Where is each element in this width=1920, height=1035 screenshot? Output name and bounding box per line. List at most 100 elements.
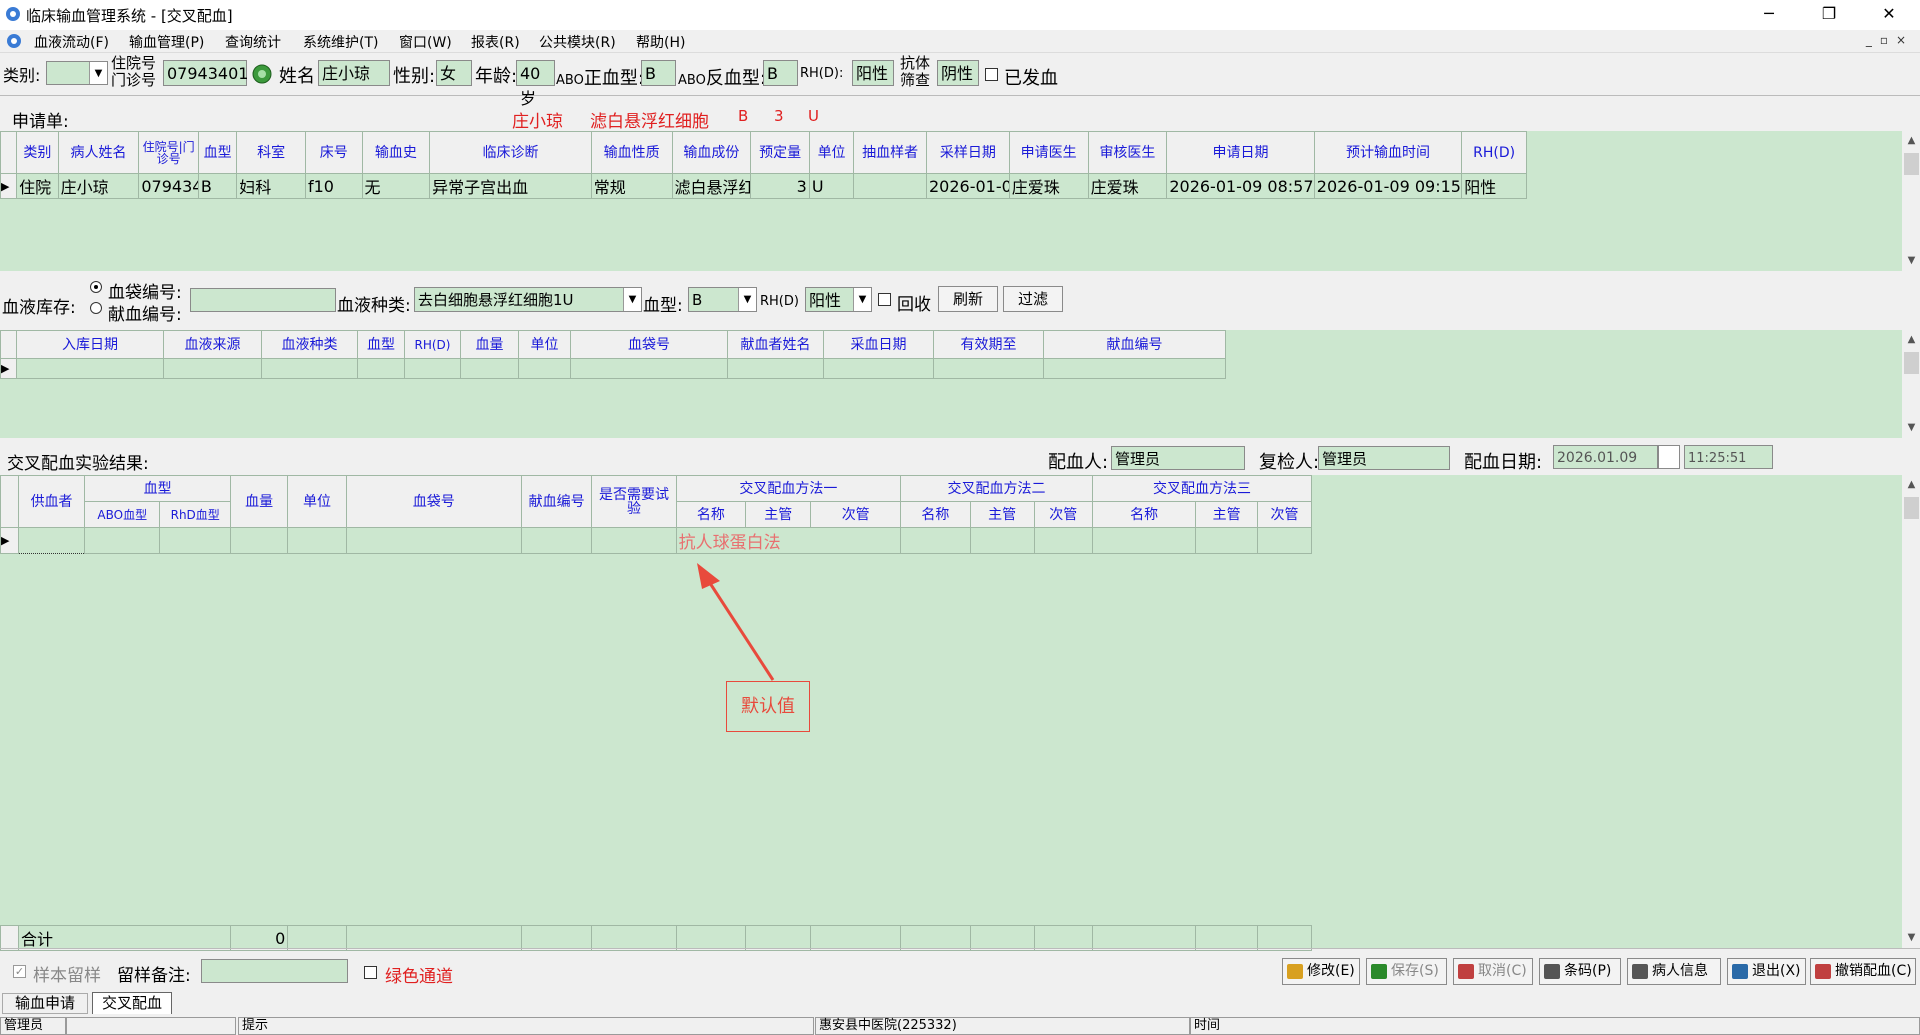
- stock-scrollbar[interactable]: ▲ ▼: [1902, 330, 1920, 438]
- modify-button[interactable]: 修改(E): [1282, 958, 1360, 985]
- col-volume[interactable]: 血量: [460, 330, 519, 359]
- menu-help[interactable]: 帮助(H): [636, 32, 685, 52]
- col-method-3[interactable]: 交叉配血方法三: [1091, 475, 1313, 502]
- col-nature[interactable]: 输血性质: [590, 131, 673, 174]
- col-cm-unit[interactable]: 单位: [287, 475, 347, 528]
- request-scrollbar[interactable]: ▲ ▼: [1902, 131, 1920, 271]
- matcher-field[interactable]: 管理员: [1111, 446, 1245, 470]
- close-button[interactable]: ✕: [1866, 0, 1912, 30]
- abo-reverse-field[interactable]: B: [763, 60, 798, 86]
- col-request-doctor[interactable]: 申请医生: [1008, 131, 1089, 174]
- patient-info-button[interactable]: 病人信息: [1627, 958, 1721, 985]
- col-sampler[interactable]: 抽血样者: [853, 131, 927, 174]
- menu-window[interactable]: 窗口(W): [399, 32, 452, 52]
- col-bag-no[interactable]: 血袋号: [570, 330, 728, 359]
- col-m3-minor[interactable]: 次管: [1256, 501, 1313, 528]
- col-abo-type[interactable]: ABO血型: [84, 501, 161, 528]
- radio-donor-no[interactable]: [90, 302, 102, 314]
- col-bloodtype[interactable]: 血型: [197, 131, 238, 174]
- col-stock-rh[interactable]: RH(D): [404, 330, 461, 359]
- blood-kind-select[interactable]: 去白细胞悬浮红细胞1U ▼: [414, 287, 642, 312]
- refresh-button[interactable]: 刷新: [938, 286, 998, 312]
- col-quantity[interactable]: 预定量: [750, 131, 810, 174]
- name-field[interactable]: 庄小琼: [318, 60, 390, 86]
- col-history[interactable]: 输血史: [361, 131, 431, 174]
- menu-report[interactable]: 报表(R): [471, 32, 520, 52]
- restore-button[interactable]: ❐: [1806, 0, 1852, 30]
- col-bed[interactable]: 床号: [304, 131, 363, 174]
- col-need-test[interactable]: 是否需要试验: [591, 475, 677, 528]
- col-diagnosis[interactable]: 临床诊断: [429, 131, 592, 174]
- col-donor-no[interactable]: 献血编号: [1043, 330, 1226, 359]
- revoke-match-button[interactable]: 撤销配血(C): [1810, 958, 1916, 985]
- tab-crossmatch[interactable]: 交叉配血: [92, 992, 172, 1014]
- search-patient-icon[interactable]: [251, 63, 273, 85]
- green-channel-checkbox[interactable]: [364, 966, 377, 979]
- col-inpatient-no[interactable]: 住院号|门诊号: [138, 131, 199, 174]
- menu-public-module[interactable]: 公共模块(R): [539, 32, 616, 52]
- exit-button[interactable]: 退出(X): [1727, 958, 1806, 985]
- col-component[interactable]: 输血成份: [671, 131, 752, 174]
- table-row[interactable]: ▶ 抗人球蛋白法: [0, 527, 1313, 554]
- col-expiry[interactable]: 有效期至: [933, 330, 1044, 359]
- minimize-button[interactable]: ─: [1746, 0, 1792, 30]
- category-select[interactable]: ▼: [46, 61, 108, 85]
- default-method-cell[interactable]: 抗人球蛋白法: [675, 527, 902, 554]
- abo-forward-field[interactable]: B: [641, 60, 676, 86]
- col-expected-time[interactable]: 预计输血时间: [1313, 131, 1463, 174]
- sex-field[interactable]: 女: [436, 60, 472, 86]
- col-method-2[interactable]: 交叉配血方法二: [900, 475, 1093, 502]
- table-row[interactable]: ▶: [0, 358, 1226, 379]
- filter-button[interactable]: 过滤: [1003, 286, 1063, 312]
- col-collect-date[interactable]: 采血日期: [823, 330, 934, 359]
- issued-checkbox[interactable]: [985, 68, 998, 81]
- col-rhd[interactable]: RH(D): [1461, 131, 1527, 174]
- col-stock-in-date[interactable]: 入库日期: [16, 330, 164, 359]
- bag-no-input[interactable]: [190, 288, 336, 312]
- rh-field[interactable]: 阳性: [852, 60, 894, 86]
- tab-transfusion-request[interactable]: 输血申请: [2, 993, 88, 1014]
- remark-input[interactable]: [201, 959, 348, 983]
- col-department[interactable]: 科室: [236, 131, 306, 174]
- col-unit[interactable]: 单位: [808, 131, 855, 174]
- col-m3-major[interactable]: 主管: [1195, 501, 1258, 528]
- barcode-button[interactable]: 条码(P): [1539, 958, 1621, 985]
- col-blood-source[interactable]: 血液来源: [163, 330, 262, 359]
- radio-bag-no[interactable]: [90, 281, 102, 293]
- col-m1-name[interactable]: 名称: [675, 501, 747, 528]
- col-review-doctor[interactable]: 审核医生: [1087, 131, 1168, 174]
- stock-rh-select[interactable]: 阳性 ▼: [805, 287, 872, 312]
- col-m1-major[interactable]: 主管: [745, 501, 812, 528]
- inpatient-no-field[interactable]: 07943401: [163, 60, 248, 86]
- col-blood-kind[interactable]: 血液种类: [261, 330, 358, 359]
- checker-field[interactable]: 管理员: [1318, 446, 1450, 470]
- recycle-checkbox[interactable]: [878, 293, 891, 306]
- menu-transfusion-mgmt[interactable]: 输血管理(P): [129, 32, 204, 52]
- col-rhd-type[interactable]: RhD血型: [159, 501, 232, 528]
- col-stock-bloodtype[interactable]: 血型: [357, 330, 405, 359]
- col-m2-major[interactable]: 主管: [969, 501, 1035, 528]
- col-cm-bagno[interactable]: 血袋号: [345, 475, 522, 528]
- col-bloodtype-group[interactable]: 血型: [84, 475, 232, 502]
- date-picker-button[interactable]: [1658, 445, 1680, 469]
- col-cm-donorno[interactable]: 献血编号: [520, 475, 593, 528]
- col-sample-date[interactable]: 采样日期: [925, 131, 1010, 174]
- mdi-controls[interactable]: _▫×: [1866, 33, 1914, 47]
- col-cm-volume[interactable]: 血量: [230, 475, 289, 528]
- col-m3-name[interactable]: 名称: [1091, 501, 1197, 528]
- match-date-field[interactable]: 2026.01.09: [1553, 445, 1658, 469]
- col-stock-unit[interactable]: 单位: [518, 330, 571, 359]
- crossmatch-scrollbar[interactable]: ▲ ▼: [1902, 475, 1920, 948]
- col-m2-name[interactable]: 名称: [900, 501, 971, 528]
- keep-sample-checkbox[interactable]: ✓: [13, 965, 26, 978]
- col-donor[interactable]: 供血者: [17, 475, 86, 528]
- col-method-1[interactable]: 交叉配血方法一: [675, 475, 902, 502]
- match-time-field[interactable]: 11:25:51: [1684, 445, 1773, 469]
- antibody-field[interactable]: 阴性: [937, 60, 979, 86]
- menu-system-maintenance[interactable]: 系统维护(T): [303, 32, 378, 52]
- col-category[interactable]: 类别: [16, 131, 59, 174]
- menu-blood-flow[interactable]: 血液流动(F): [34, 32, 109, 52]
- cancel-button[interactable]: 取消(C): [1453, 958, 1533, 985]
- menu-query-stats[interactable]: 查询统计: [225, 32, 281, 52]
- col-m1-minor[interactable]: 次管: [810, 501, 902, 528]
